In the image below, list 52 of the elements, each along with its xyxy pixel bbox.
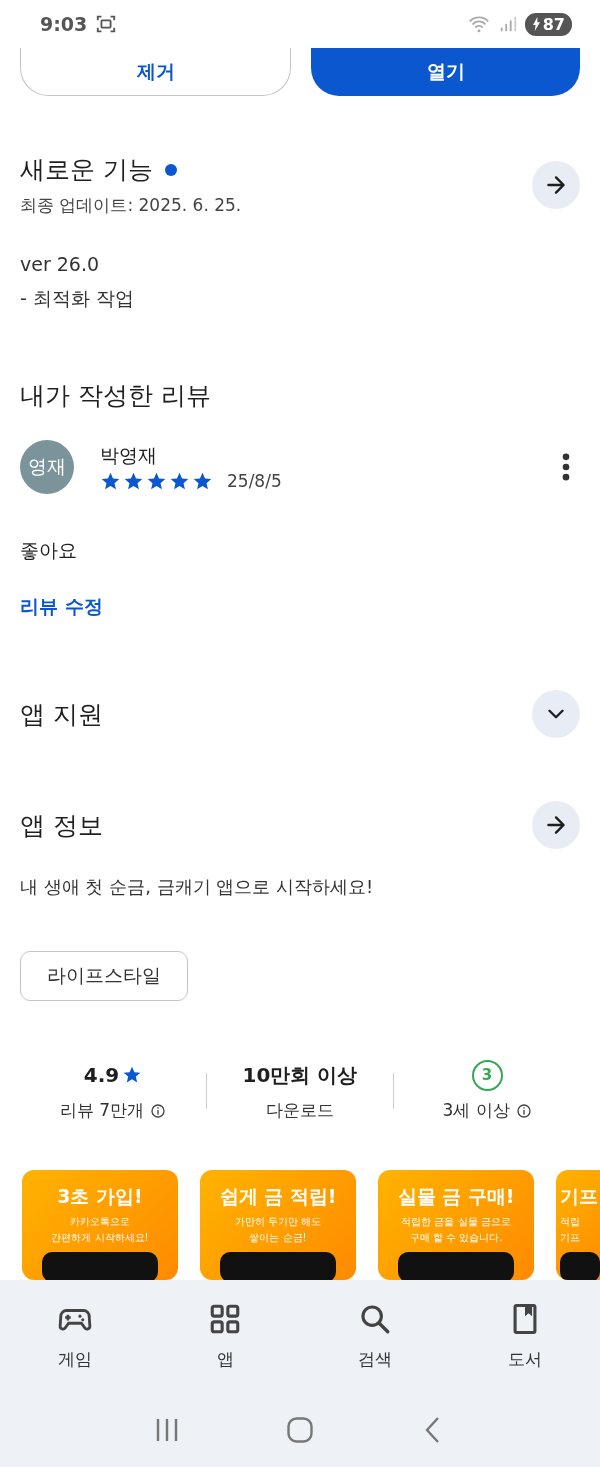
update-date: 최종 업데이트: 2025. 6. 25. — [20, 194, 242, 217]
age-rating-badge: 3 — [471, 1059, 503, 1091]
phone-drawing — [560, 1252, 600, 1280]
signal-icon — [498, 15, 517, 33]
edit-review-link[interactable]: 리뷰 수정 — [20, 594, 103, 620]
star-icon — [123, 470, 144, 492]
star-icon — [146, 470, 167, 492]
more-icon — [562, 453, 570, 481]
arrow-button[interactable] — [532, 801, 580, 849]
review-date: 25/8/5 — [227, 471, 282, 491]
rating-value: 4.9 — [83, 1063, 120, 1087]
home-icon[interactable] — [286, 1415, 314, 1444]
screenshot-headline: 쉽게 금 적립! — [219, 1184, 337, 1209]
arrow-button[interactable] — [532, 161, 580, 209]
stat-label: 리뷰 7만개 — [59, 1099, 145, 1122]
review-text: 좋아요 — [20, 538, 78, 563]
grid-icon — [208, 1302, 242, 1336]
screenshot-caption: 적립 기프 — [560, 1215, 580, 1245]
nav-tab[interactable]: 검색 — [300, 1280, 450, 1392]
screenshot-caption: 카카오톡으로 간편하게 시작하세요! — [51, 1215, 149, 1245]
stat-label: 다운로드 — [266, 1099, 334, 1122]
screenshot-headline: 3초 가입! — [57, 1184, 143, 1209]
section-title: 내가 작성한 리뷰 — [20, 380, 212, 412]
screenshot-headline: 실물 금 구매! — [397, 1184, 515, 1209]
info-icon[interactable] — [150, 1102, 167, 1119]
category-chip[interactable]: 라이프스타일 — [20, 951, 188, 1001]
nav-tab[interactable]: 게임 — [0, 1280, 150, 1392]
download-count: 10만회 이상 — [242, 1061, 358, 1089]
section-title: 새로운 기능 — [20, 154, 153, 186]
avatar: 영재 — [20, 440, 74, 494]
nav-tab[interactable]: 앱 — [150, 1280, 300, 1392]
status-time: 9:03 — [40, 13, 88, 35]
stat-label: 3세 이상 — [442, 1099, 510, 1122]
screenshot-caption: 가만히 두기만 해도 쌓이는 순금! — [234, 1215, 322, 1245]
reviewer-name: 박영재 — [100, 442, 158, 468]
screenshot-icon — [95, 13, 118, 35]
section-title: 앱 정보 — [20, 809, 103, 842]
screenshot-caption: 적립한 금을 실물 금으로 구매 할 수 있습니다. — [401, 1215, 511, 1245]
search-icon — [358, 1302, 392, 1336]
section-title: 앱 지원 — [20, 698, 103, 731]
open-button[interactable]: 열기 — [311, 48, 580, 96]
star-icon — [100, 470, 121, 492]
battery-indicator: 87 — [524, 12, 572, 36]
nav-tab[interactable]: 도서 — [450, 1280, 600, 1392]
uninstall-button[interactable]: 제거 — [20, 48, 291, 96]
screenshot-headline: 기프 — [560, 1184, 598, 1209]
release-note: - 최적화 작업 — [20, 286, 135, 311]
release-note: ver 26.0 — [20, 252, 101, 277]
star-icon — [192, 470, 213, 492]
info-icon[interactable] — [515, 1102, 532, 1119]
star-icon — [169, 470, 190, 492]
app-description: 내 생애 첫 순금, 금캐기 앱으로 시작하세요! — [20, 875, 375, 899]
